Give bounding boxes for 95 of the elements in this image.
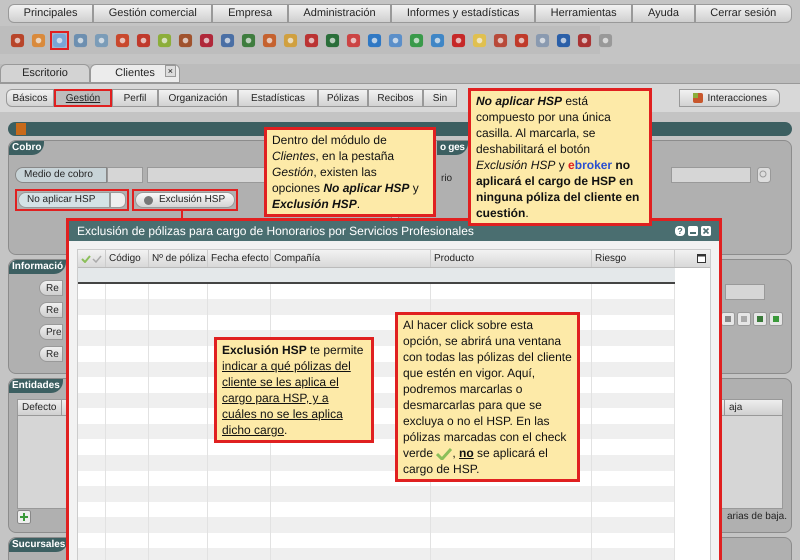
menu-item[interactable]: Cerrar sesión [694,4,792,23]
help-button[interactable]: ? [675,226,685,236]
input-field[interactable] [147,167,267,183]
subtab[interactable]: Básicos [6,89,54,107]
app-icon [10,32,25,48]
column-header: Fecha efecto [208,250,271,267]
tab[interactable]: Clientes × [90,64,180,83]
menu-item[interactable]: Empresa [212,4,288,23]
tab[interactable]: Escritorio [0,64,90,83]
app-icon [325,32,340,48]
app-icon [241,32,256,48]
field-label: rio [441,172,452,186]
callout-note: Al hacer click sobre esta opción, se abrirá una ventana con todas las pólizas del cliente que estén en vigor. Aquí, podremos marcarlas o desmarcarlas para que se excluya o no el HSP. En las pólizas marcadas con el check verde , no se aplicará el cargo de HSP. [395,312,580,482]
subtab[interactable]: Perfil [112,89,158,107]
subtab[interactable]: Recibos [368,89,423,107]
panel-title: Informació [9,260,66,274]
modal-title: Exclusión de pólizas para cargo de Honorarios por Servicios Profesionales [77,223,475,240]
app-icon [94,32,109,48]
column-header: Compañía [271,250,431,267]
checkmark-icon [436,448,452,460]
app-icon [430,32,445,48]
menu-item[interactable]: Principales [8,4,94,23]
close-button[interactable]: × [164,65,176,77]
column-header: Nº de póliza [149,250,208,267]
small-tool-icon[interactable] [753,312,767,326]
interactions-button[interactable]: Interacciones [678,89,780,107]
panel-title: Sucursales [9,538,68,552]
menu-item[interactable]: Ayuda [632,4,695,23]
app-icon [556,32,571,48]
app-icon [472,32,487,48]
menu-item[interactable]: Gestión comercial [93,4,212,23]
app-icon [577,32,592,48]
checkbox[interactable] [110,192,126,208]
app-icon [283,32,298,48]
column-header: Código [106,250,149,267]
input-field[interactable] [725,284,765,300]
close-icon[interactable] [701,226,711,236]
side-button[interactable]: Re [39,302,63,318]
small-tool-icon[interactable] [721,312,735,326]
subtab[interactable]: Organización [158,89,238,107]
menu-item[interactable]: Administración [288,4,392,23]
panel-title: Cobro [9,141,44,155]
column-header: Producto [431,250,592,267]
app-icon [73,32,88,48]
subtab[interactable]: Pólizas [318,89,368,107]
app-icon [262,32,277,48]
minimize-icon[interactable] [688,226,698,236]
footer-note: arias de baja. [726,510,787,524]
app-icon [115,32,130,48]
app-icon [220,32,235,48]
app-icon [304,32,319,48]
input-field[interactable] [107,167,143,183]
menu-item[interactable]: Herramientas [535,4,632,23]
menu-item[interactable]: Informes y estadísticas [391,4,536,23]
app-icon [136,32,151,48]
app-icon [199,32,214,48]
cube-icon [692,92,704,104]
column-header: aja [724,400,782,415]
add-icon[interactable] [17,510,31,524]
subtab[interactable]: Sin [423,89,457,107]
app-icon [451,32,466,48]
app-icon [388,32,403,48]
callout-note: Dentro del módulo de Clientes, en la pestaña Gestión, existen las opciones No aplicar HSP y Exclusión HSP. [264,127,436,217]
small-tool-icon[interactable] [769,312,783,326]
field-label: No aplicar HSP [18,192,110,208]
app-icon [178,32,193,48]
search-icon[interactable] [757,167,771,183]
subtab[interactable]: Estadísticas [238,89,318,107]
callout-note: No aplicar HSP está compuesto por una única casilla. Al marcarla, se deshabilitará el botón Exclusión HSP y ebroker no aplicará el cargo de HSP en ninguna póliza del cliente en cuestión. [468,88,652,226]
app-icon [367,32,382,48]
app-icon [157,32,172,48]
app-icon [52,32,67,48]
side-button[interactable]: Pre [39,324,63,340]
side-button[interactable]: Re [39,346,63,362]
app-icon [493,32,508,48]
small-tool-icon[interactable] [737,312,751,326]
section-marker-icon [16,123,26,135]
side-button[interactable]: Re [39,280,63,296]
field-label: Medio de cobro [15,167,107,183]
column-menu-icon[interactable] [697,254,706,263]
app-icon [31,32,46,48]
exclusion-button[interactable]: Exclusión HSP [135,192,235,208]
panel-title: Entidades [9,379,63,393]
subtab[interactable]: Gestión [54,89,112,107]
app-icon [346,32,361,48]
column-header: Defecto [18,400,62,415]
app-icon [598,32,613,48]
app-icon [409,32,424,48]
input-field[interactable] [671,167,751,183]
app-icon [514,32,529,48]
app-icon [535,32,550,48]
panel-title: o ges [437,141,468,155]
column-header: Riesgo [592,250,675,267]
toolbar-button[interactable] [50,30,69,50]
callout-note: Exclusión HSP te permite indicar a qué pólizas del cliente se les aplica el cargo para HSP, y a cuáles no se les aplica dicho cargo. [214,337,374,443]
